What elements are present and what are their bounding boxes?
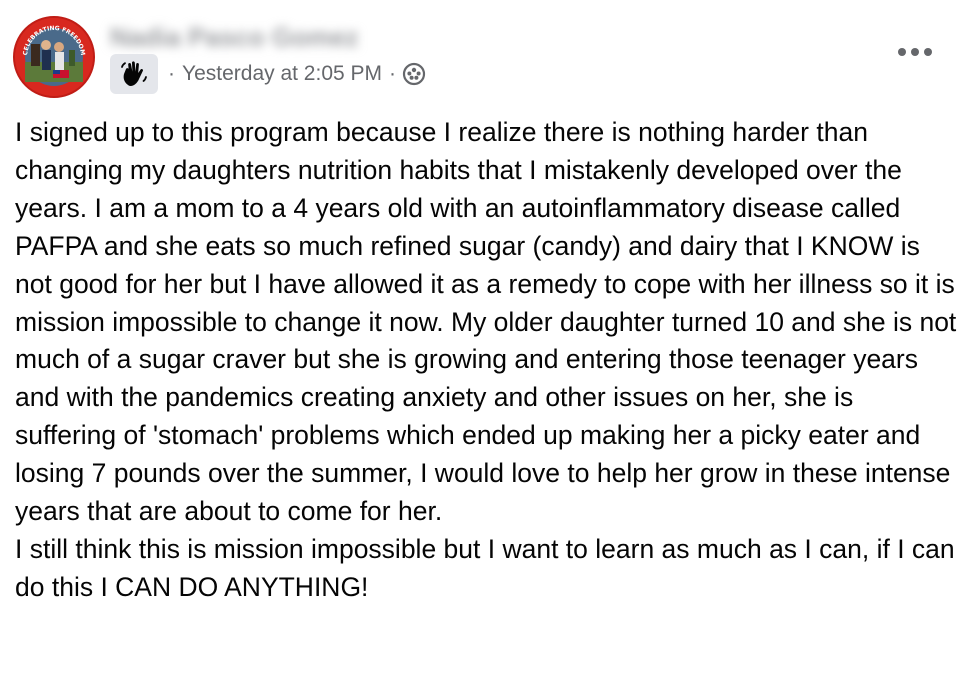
avatar-image: CELEBRATING FREEDOM — [15, 18, 93, 96]
waving-hand-icon[interactable] — [110, 54, 158, 94]
post-paragraph: I still think this is mission impossible… — [15, 533, 955, 602]
meta-separator: · — [389, 62, 397, 85]
facebook-post: CELEBRATING FREEDOM Nadia Pasco Gomez · … — [0, 0, 970, 696]
post-paragraph: I signed up to this program because I re… — [15, 117, 957, 527]
post-text: I signed up to this program because I re… — [15, 114, 960, 607]
author-name[interactable]: Nadia Pasco Gomez — [110, 22, 359, 53]
group-audience-icon[interactable] — [402, 62, 426, 86]
post-meta: · Yesterday at 2:05 PM · — [110, 54, 426, 94]
more-options-icon[interactable] — [890, 34, 940, 70]
author-avatar[interactable]: CELEBRATING FREEDOM — [13, 16, 95, 98]
meta-separator: · — [168, 62, 175, 85]
post-timestamp[interactable]: Yesterday at 2:05 PM — [182, 62, 382, 86]
